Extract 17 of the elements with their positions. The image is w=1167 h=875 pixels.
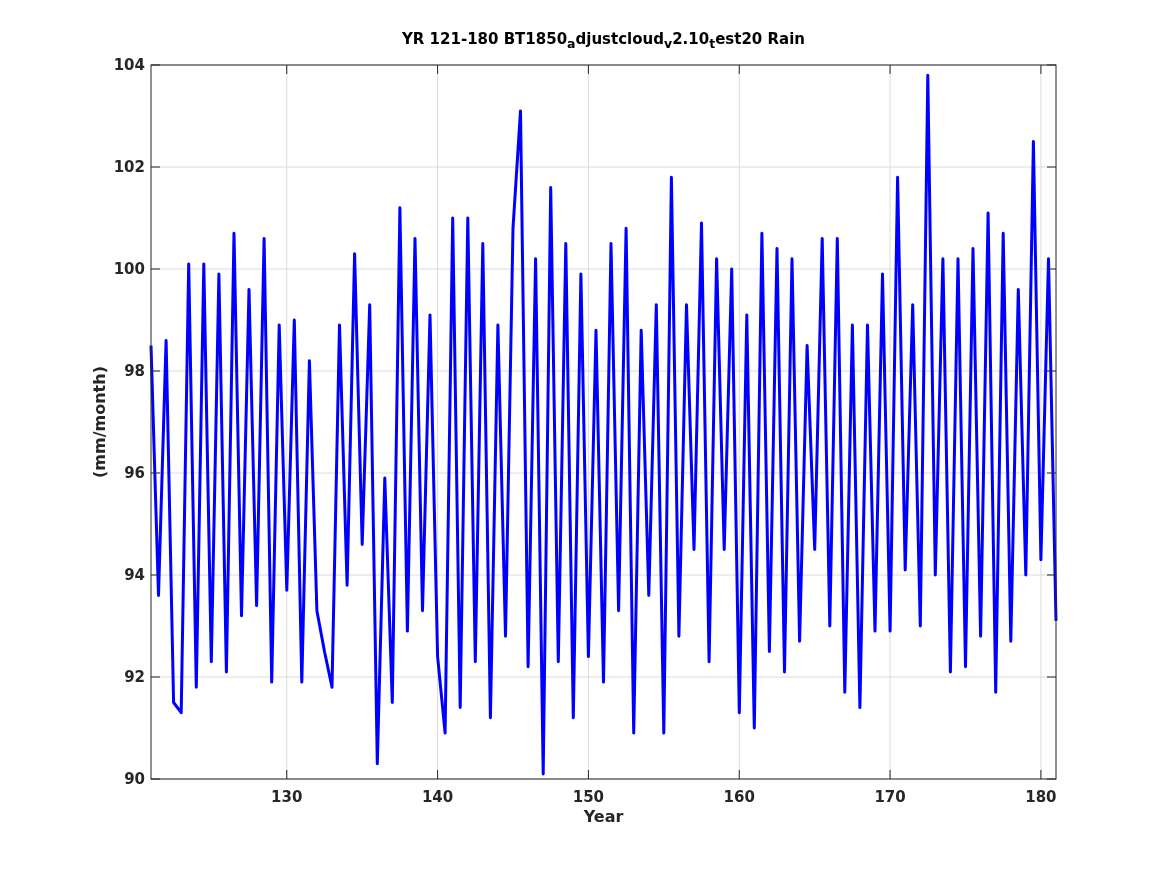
x-tick-label: 130 bbox=[271, 788, 303, 806]
x-tick-label: 160 bbox=[723, 788, 755, 806]
x-tick-label: 180 bbox=[1025, 788, 1057, 806]
y-tick-label: 98 bbox=[124, 362, 145, 380]
y-tick-label: 104 bbox=[113, 56, 145, 74]
y-tick-label: 92 bbox=[124, 668, 145, 686]
x-tick-label: 150 bbox=[572, 788, 605, 806]
y-axis-label: (mm/month) bbox=[90, 366, 109, 478]
y-tick-label: 102 bbox=[113, 158, 145, 176]
y-tick-label: 94 bbox=[124, 566, 145, 584]
x-tick-label: 140 bbox=[421, 788, 454, 806]
y-tick-label: 90 bbox=[124, 770, 145, 788]
y-tick-label: 96 bbox=[124, 464, 145, 482]
chart-title: YR 121-180 BT1850$_{a}$djustcloud$_{v}$2.10$_{t}$est20 Rain bbox=[402, 30, 805, 48]
x-axis-label: Year bbox=[583, 807, 624, 826]
y-tick-label: 100 bbox=[113, 260, 145, 278]
x-tick-label: 170 bbox=[874, 788, 906, 806]
